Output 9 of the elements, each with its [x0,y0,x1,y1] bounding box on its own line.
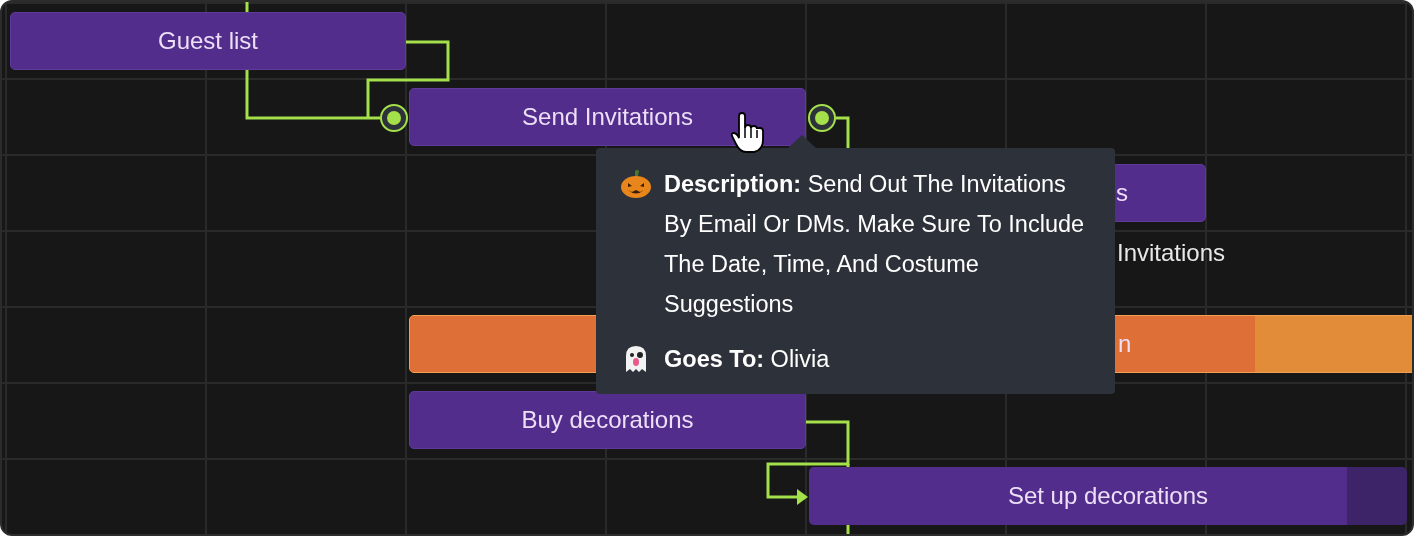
bar-label: Send Invitations [522,103,693,131]
bar-label: s [1116,179,1128,207]
task-description: Description: Send Out The Invitations By Email Or DMs. Make Sure To Include The Date, Time, And Costume Suggestions [664,170,1085,319]
bar-label: n [1118,330,1132,358]
bar-label: Set up decorations [1007,482,1209,510]
bar-label: Guest list [158,27,258,55]
bar-label: Buy decorations [521,406,694,434]
assignee-text: Goes To: Olivia [664,345,830,374]
task-caption: Invitations [1117,239,1226,267]
